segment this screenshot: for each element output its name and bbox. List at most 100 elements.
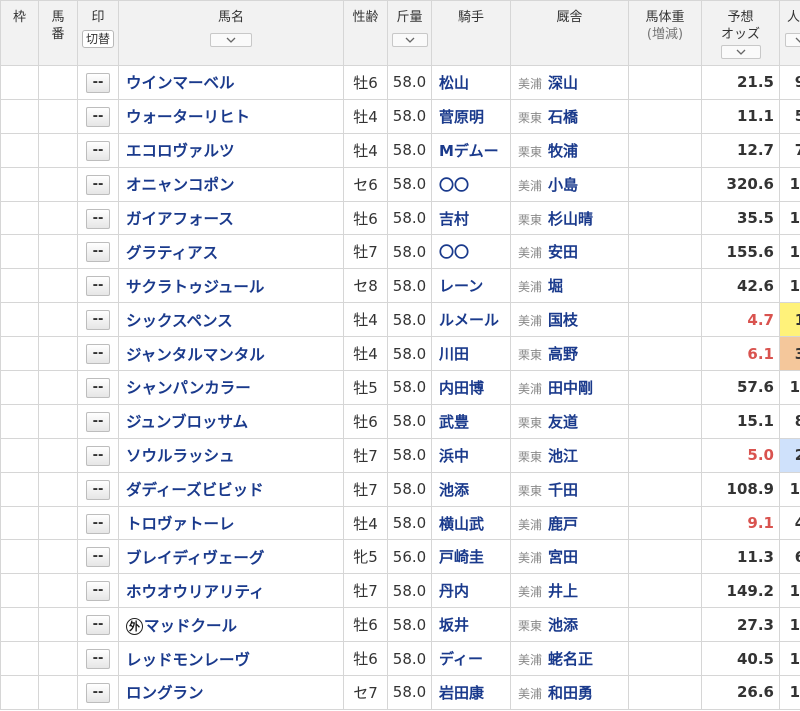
horse-name-cell[interactable]: 外マッドクール (118, 607, 344, 643)
horse-name-cell[interactable]: ウォーターリヒト (118, 98, 344, 134)
trainer-link[interactable]: 牧浦 (548, 142, 578, 160)
trainer-link[interactable]: 堀 (548, 277, 563, 295)
jockey-link[interactable]: ルメール (439, 311, 499, 329)
mark-button[interactable]: -- (86, 682, 110, 703)
horse-name-link[interactable]: シャンパンカラー (126, 379, 251, 397)
jockey-cell[interactable]: 岩田康 (431, 675, 511, 710)
trainer-link[interactable]: 和田勇 (548, 684, 593, 702)
mark-button[interactable]: -- (86, 242, 110, 263)
jockey-cell[interactable]: 坂井 (431, 607, 511, 643)
horse-name-link[interactable]: ジュンブロッサム (126, 413, 248, 431)
horse-name-cell[interactable]: ホウオウリアリティ (118, 573, 344, 609)
jockey-link[interactable]: 岩田康 (439, 684, 484, 702)
mark-button[interactable]: -- (86, 479, 110, 500)
mark-button[interactable]: -- (86, 445, 110, 466)
horse-name-cell[interactable]: ジャンタルマンタル (118, 336, 344, 372)
jockey-cell[interactable]: 池添 (431, 471, 511, 507)
horse-name-link[interactable]: シックスペンス (126, 312, 233, 330)
jockey-cell[interactable]: 内田博 (431, 370, 511, 405)
trainer-link[interactable]: 池添 (548, 616, 578, 634)
horse-name-link[interactable]: レッドモンレーヴ (126, 651, 250, 669)
mark-button[interactable]: -- (86, 377, 110, 398)
horse-name-link[interactable]: ソウルラッシュ (126, 447, 235, 465)
jockey-link[interactable]: 松山 (439, 74, 469, 92)
horse-name-cell[interactable]: オニャンコポン (118, 166, 344, 202)
horse-name-cell[interactable]: エコロヴァルツ (118, 132, 344, 168)
jockey-link[interactable]: ディー (439, 650, 483, 668)
jockey-link[interactable]: 池添 (439, 481, 469, 499)
jockey-link[interactable]: 〇〇 (439, 176, 469, 194)
jockey-cell[interactable]: ルメール (431, 302, 511, 338)
mark-button[interactable]: -- (86, 513, 110, 534)
jockey-link[interactable]: 菅原明 (439, 108, 484, 126)
horse-name-cell[interactable]: サクラトゥジュール (118, 268, 344, 304)
trainer-link[interactable]: 深山 (548, 74, 578, 92)
jockey-cell[interactable]: 丹内 (431, 573, 511, 609)
mark-button[interactable]: -- (86, 649, 110, 670)
trainer-link[interactable]: 池江 (548, 447, 578, 465)
mark-button[interactable]: -- (86, 581, 110, 602)
jockey-link[interactable]: 横山武 (439, 515, 484, 533)
mark-button[interactable]: -- (86, 72, 110, 93)
horse-name-link[interactable]: ダディーズビビッド (126, 481, 264, 499)
horse-name-link[interactable]: サクラトゥジュール (126, 278, 264, 296)
header-weight[interactable]: 斤量 (387, 0, 432, 66)
horse-name-cell[interactable]: ガイアフォース (118, 200, 344, 236)
horse-name-link[interactable]: エコロヴァルツ (126, 142, 235, 160)
horse-name-link[interactable]: ウォーターリヒト (126, 108, 250, 126)
mark-button[interactable]: -- (86, 140, 110, 161)
sort-weight-button[interactable] (391, 33, 428, 47)
trainer-link[interactable]: 石橋 (548, 108, 578, 126)
horse-name-link[interactable]: ジャンタルマンタル (126, 346, 265, 364)
jockey-link[interactable]: レーン (439, 277, 483, 295)
trainer-link[interactable]: 安田 (548, 243, 578, 261)
header-name[interactable]: 馬名 (118, 0, 344, 66)
horse-name-link[interactable]: ウインマーベル (126, 74, 235, 92)
trainer-link[interactable]: 千田 (548, 481, 578, 499)
mark-button[interactable]: -- (86, 276, 110, 297)
horse-name-link[interactable]: ガイアフォース (126, 210, 234, 228)
trainer-link[interactable]: 田中剛 (548, 379, 593, 397)
horse-name-cell[interactable]: ソウルラッシュ (118, 437, 344, 473)
jockey-link[interactable]: 〇〇 (439, 243, 469, 261)
jockey-cell[interactable]: Mデムー (431, 132, 511, 168)
jockey-cell[interactable]: レーン (431, 268, 511, 304)
horse-name-link[interactable]: グラティアス (126, 244, 218, 262)
trainer-link[interactable]: 小島 (548, 176, 578, 194)
horse-name-link[interactable]: オニャンコポン (126, 176, 235, 194)
horse-name-link[interactable]: トロヴァトーレ (126, 515, 235, 533)
trainer-link[interactable]: 宮田 (548, 548, 578, 566)
jockey-cell[interactable]: 吉村 (431, 200, 511, 236)
horse-name-cell[interactable]: シャンパンカラー (118, 370, 344, 405)
mark-button[interactable]: -- (86, 106, 110, 127)
jockey-link[interactable]: 丹内 (439, 582, 469, 600)
horse-name-link[interactable]: マッドクール (144, 617, 237, 635)
jockey-cell[interactable]: 松山 (431, 65, 511, 100)
jockey-link[interactable]: 川田 (439, 345, 469, 363)
jockey-cell[interactable]: 川田 (431, 336, 511, 372)
horse-name-cell[interactable]: シックスペンス (118, 302, 344, 338)
jockey-link[interactable]: 内田博 (439, 379, 484, 397)
horse-name-cell[interactable]: ロングラン (118, 675, 344, 710)
jockey-link[interactable]: 浜中 (439, 447, 469, 465)
horse-name-cell[interactable]: ブレイディヴェーグ (118, 539, 344, 575)
jockey-cell[interactable]: 〇〇 (431, 166, 511, 202)
header-popularity[interactable]: 人気 (779, 0, 800, 66)
header-odds[interactable]: 予想 オッズ (701, 0, 780, 66)
jockey-link[interactable]: 武豊 (439, 413, 469, 431)
horse-name-link[interactable]: ブレイディヴェーグ (126, 549, 264, 567)
horse-name-cell[interactable]: ジュンブロッサム (118, 403, 344, 439)
horse-name-cell[interactable]: ウインマーベル (118, 65, 344, 100)
trainer-link[interactable]: 国枝 (548, 311, 578, 329)
horse-name-link[interactable]: ホウオウリアリティ (126, 583, 265, 601)
trainer-link[interactable]: 友道 (548, 413, 578, 431)
sort-odds-button[interactable] (720, 45, 761, 59)
trainer-link[interactable]: 井上 (548, 582, 578, 600)
trainer-link[interactable]: 杉山晴 (548, 210, 593, 228)
horse-name-cell[interactable]: レッドモンレーヴ (118, 641, 344, 677)
mark-button[interactable]: -- (86, 547, 110, 568)
sort-popularity-button[interactable] (785, 33, 800, 47)
horse-name-link[interactable]: ロングラン (126, 684, 204, 702)
jockey-cell[interactable]: 菅原明 (431, 98, 511, 134)
horse-name-cell[interactable]: グラティアス (118, 234, 344, 270)
